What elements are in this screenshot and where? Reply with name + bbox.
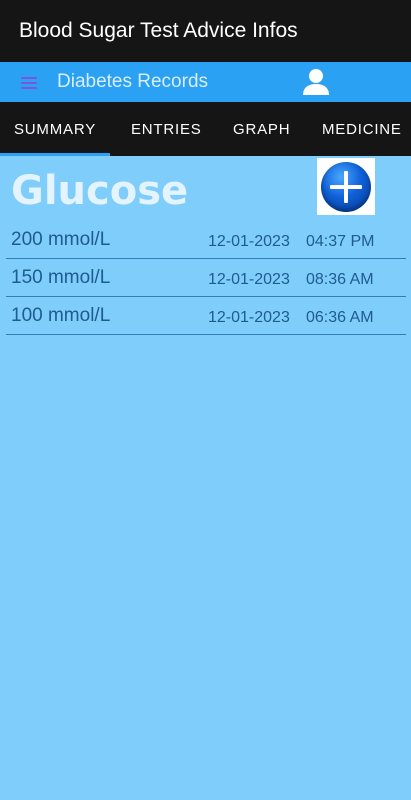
entry-value: 100 mmol/L (11, 305, 111, 326)
list-item[interactable]: 100 mmol/L 12-01-2023 06:36 AM (6, 297, 406, 335)
entry-date: 12-01-2023 (208, 271, 290, 288)
app-title: Blood Sugar Test Advice Infos (19, 19, 298, 42)
app-title-bar: Blood Sugar Test Advice Infos (0, 0, 411, 62)
list-item[interactable]: 200 mmol/L 12-01-2023 04:37 PM (6, 221, 406, 259)
entry-time: 06:36 AM (306, 309, 374, 326)
entry-date: 12-01-2023 (208, 309, 290, 326)
tab-graph-label: GRAPH (233, 120, 291, 138)
entry-date: 12-01-2023 (208, 233, 290, 250)
entry-value: 200 mmol/L (11, 229, 111, 250)
toolbar-title: Diabetes Records (57, 71, 209, 92)
add-entry-button[interactable] (317, 158, 375, 215)
tab-bar: SUMMARY ENTRIES GRAPH MEDICINE (0, 102, 411, 156)
hamburger-menu-icon[interactable] (21, 77, 37, 89)
tab-entries-label: ENTRIES (131, 120, 202, 138)
list-item[interactable]: 150 mmol/L 12-01-2023 08:36 AM (6, 259, 406, 297)
tab-entries[interactable]: ENTRIES (131, 102, 202, 156)
entry-value: 150 mmol/L (11, 267, 111, 288)
tab-medicine-label: MEDICINE (322, 120, 402, 138)
tab-summary-label: SUMMARY (14, 120, 96, 138)
tab-graph[interactable]: GRAPH (233, 102, 290, 156)
entry-time: 04:37 PM (306, 233, 375, 250)
tab-medicine[interactable]: MEDICINE (322, 102, 402, 156)
tab-summary[interactable]: SUMMARY (0, 102, 110, 156)
plus-circle-icon (321, 161, 371, 212)
page-title: Glucose (11, 168, 189, 214)
glucose-entry-list: 200 mmol/L 12-01-2023 04:37 PM 150 mmol/… (6, 221, 406, 335)
toolbar: Diabetes Records (0, 62, 411, 102)
entry-time: 08:36 AM (306, 271, 374, 288)
summary-content: Glucose 200 mmol/L 12-01-2023 04:37 PM 1… (0, 156, 411, 800)
user-account-icon[interactable] (301, 68, 331, 96)
